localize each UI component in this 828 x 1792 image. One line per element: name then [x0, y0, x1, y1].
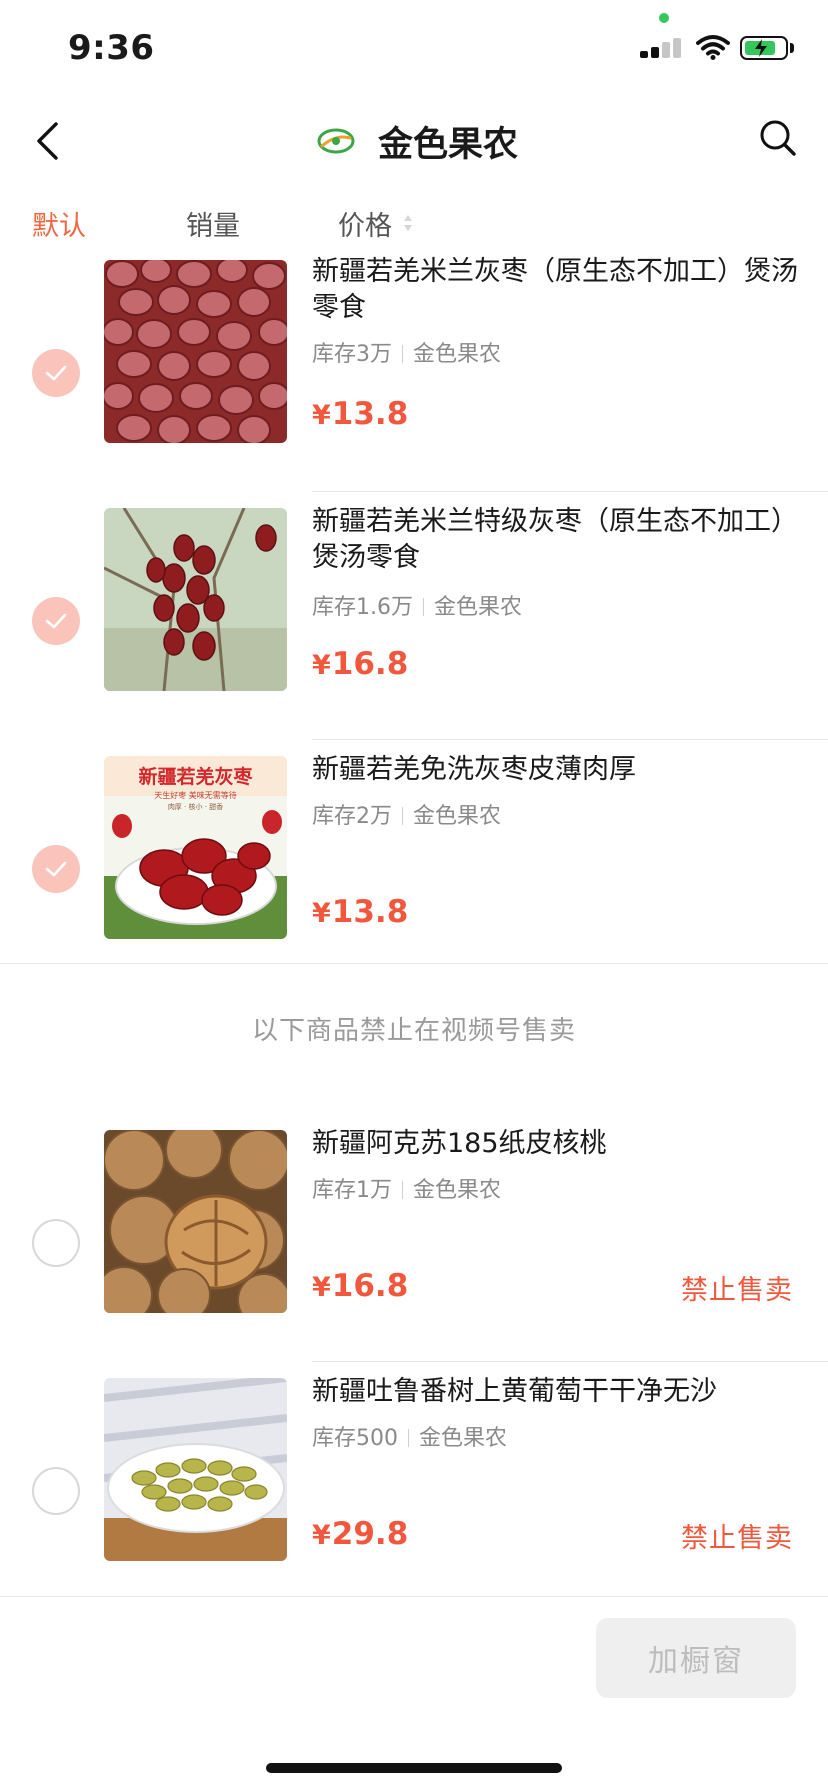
selection-checkbox[interactable] [32, 1219, 80, 1267]
shop-name: 金色果农 [413, 804, 502, 829]
tab-default[interactable]: 默认 [32, 204, 86, 243]
add-to-showcase-button[interactable]: 加橱窗 [596, 1618, 796, 1698]
product-price: ¥16.8 [312, 646, 408, 682]
list-item[interactable]: 新疆若羌米兰特级灰枣（原生态不加工）煲汤零食 库存1.6万 金色果农 ¥16.8 [0, 492, 828, 740]
product-price: ¥16.8 [312, 1268, 408, 1304]
list-item[interactable]: 新疆若羌灰枣 天生好枣 美味无需等待 肉厚 · 核小 · 甜香 新疆若羌免洗灰枣… [0, 740, 828, 988]
image-tagline: 天生好枣 美味无需等待 [154, 791, 237, 800]
footer-divider [0, 1596, 828, 1597]
price-value: 29.8 [331, 1516, 409, 1552]
shop-name: 金色果农 [419, 1426, 508, 1451]
selection-checkbox[interactable] [32, 597, 80, 645]
sort-arrows-icon [404, 215, 412, 231]
currency-symbol: ¥ [312, 400, 331, 431]
product-title[interactable]: 新疆阿克苏185纸皮核桃 [312, 1126, 802, 1162]
status-time: 9:36 [68, 28, 155, 68]
price-value: 13.8 [331, 894, 409, 930]
product-meta: 库存1.6万 金色果农 [312, 589, 522, 621]
product-price: ¥13.8 [312, 894, 408, 930]
price-value: 16.8 [331, 1268, 409, 1304]
product-image-walnut[interactable] [104, 1130, 287, 1313]
product-image-jujube[interactable] [104, 260, 287, 443]
battery-icon [740, 36, 788, 60]
currency-symbol: ¥ [312, 1520, 331, 1551]
back-arrow-icon[interactable] [30, 118, 70, 164]
list-item[interactable]: 新疆阿克苏185纸皮核桃 库存1万 金色果农 ¥16.8 禁止售卖 [0, 1114, 828, 1362]
privacy-indicator-dot [659, 13, 669, 23]
product-meta: 库存2万 金色果农 [312, 798, 501, 830]
stock-count: 库存2万 [312, 804, 392, 829]
product-price: ¥29.8 [312, 1516, 408, 1552]
product-meta: 库存1万 金色果农 [312, 1172, 501, 1204]
image-headline: 新疆若羌灰枣 [138, 766, 253, 788]
list-item[interactable]: 新疆吐鲁番树上黄葡萄干干净无沙 库存500 金色果农 ¥29.8 禁止售卖 [0, 1362, 828, 1610]
selection-checkbox[interactable] [32, 1467, 80, 1515]
page-title: 金色果农 [378, 125, 519, 165]
currency-symbol: ¥ [312, 898, 331, 929]
price-value: 16.8 [331, 646, 409, 682]
product-title[interactable]: 新疆若羌米兰特级灰枣（原生态不加工）煲汤零食 [312, 504, 802, 576]
stock-count: 库存1万 [312, 1178, 392, 1203]
brand-logo [317, 128, 355, 154]
selection-checkbox[interactable] [32, 845, 80, 893]
product-image-jujube-tree[interactable] [104, 508, 287, 691]
home-indicator[interactable] [266, 1763, 562, 1773]
price-value: 13.8 [331, 396, 409, 432]
sale-banned-label: 禁止售卖 [681, 1275, 793, 1306]
shop-name: 金色果农 [434, 595, 523, 620]
product-meta: 库存3万 金色果农 [312, 336, 501, 368]
currency-symbol: ¥ [312, 1272, 331, 1303]
product-title[interactable]: 新疆吐鲁番树上黄葡萄干干净无沙 [312, 1374, 802, 1410]
section-divider [0, 963, 828, 964]
tab-price[interactable]: 价格 [338, 204, 392, 243]
product-meta: 库存500 金色果农 [312, 1420, 507, 1452]
currency-symbol: ¥ [312, 650, 331, 681]
battery-nub [790, 43, 794, 53]
list-item[interactable]: 新疆若羌米兰灰枣（原生态不加工）煲汤零食 库存3万 金色果农 ¥13.8 [0, 244, 828, 492]
product-title[interactable]: 新疆若羌免洗灰枣皮薄肉厚 [312, 752, 802, 788]
search-icon[interactable] [758, 118, 798, 160]
selection-checkbox[interactable] [32, 349, 80, 397]
stock-count: 库存500 [312, 1426, 398, 1451]
sale-banned-label: 禁止售卖 [681, 1523, 793, 1554]
tab-sales[interactable]: 销量 [186, 204, 240, 243]
product-image-jujube-bowl[interactable]: 新疆若羌灰枣 天生好枣 美味无需等待 肉厚 · 核小 · 甜香 [104, 756, 287, 939]
stock-count: 库存1.6万 [312, 595, 413, 620]
product-title[interactable]: 新疆若羌米兰灰枣（原生态不加工）煲汤零食 [312, 254, 802, 326]
stock-count: 库存3万 [312, 342, 392, 367]
signal-icon [640, 38, 682, 58]
image-subline: 肉厚 · 核小 · 甜香 [167, 803, 224, 811]
wifi-icon [696, 35, 730, 60]
shop-name: 金色果农 [413, 342, 502, 367]
product-price: ¥13.8 [312, 396, 408, 432]
product-image-raisins[interactable] [104, 1378, 287, 1561]
shop-name: 金色果农 [413, 1178, 502, 1203]
banned-notice: 以下商品禁止在视频号售卖 [251, 1016, 576, 1046]
